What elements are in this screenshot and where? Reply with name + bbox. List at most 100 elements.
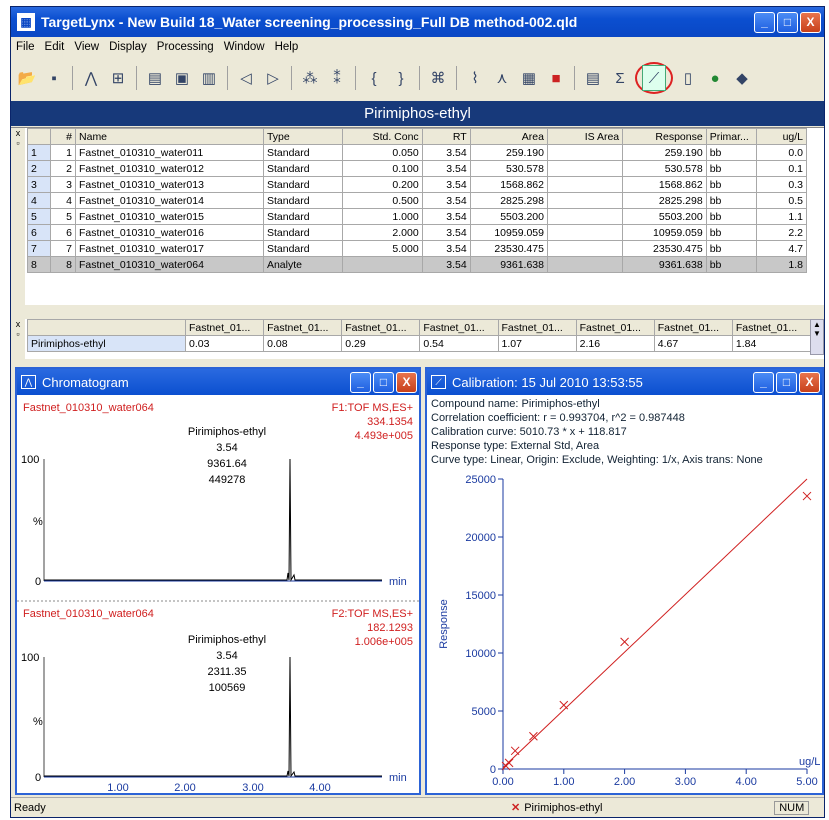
chromatogram-view-icon[interactable]: ⌇ (463, 65, 487, 91)
col-isarea-header[interactable]: IS Area (546, 128, 624, 145)
menu-window[interactable]: Window (219, 41, 270, 53)
sum-icon[interactable]: Σ (608, 65, 632, 91)
calibration-maximize-button[interactable]: □ (776, 371, 797, 393)
col-rt-header[interactable]: RT (421, 128, 471, 145)
arrow-right-icon[interactable]: ▷ (261, 65, 285, 91)
sample-name-cell: Fastnet_010310_water013 (75, 176, 264, 193)
table-row[interactable]: 4 4 Fastnet_010310_water014 Standard 0.500 3.… (27, 192, 808, 209)
save-icon[interactable]: ▪ (42, 65, 66, 91)
summary-col-header[interactable]: Fastnet_01... (731, 319, 812, 336)
brace-right-icon[interactable]: } (389, 65, 413, 91)
open-folder-icon[interactable]: 📂 (15, 65, 39, 91)
menu-display[interactable]: Display (104, 41, 152, 53)
col-stdconc-header[interactable]: Std. Conc (342, 128, 423, 145)
spectrum-view-icon[interactable]: ⋏ (490, 65, 514, 91)
chromatogram-close-button[interactable]: X (396, 371, 417, 393)
col-name-header[interactable]: Name (75, 128, 264, 145)
molecule-icon[interactable]: ⁂ (298, 65, 322, 91)
rt-cell: 3.54 (421, 240, 471, 257)
trace-1-y100: 100 (21, 454, 39, 466)
summary-table: Fastnet_01... Fastnet_01... Fastnet_01..… (27, 319, 812, 352)
print-icon[interactable]: ▥ (197, 65, 221, 91)
row-number-cell[interactable]: 2 (27, 160, 51, 177)
calibration-point (504, 758, 514, 768)
calibration-view-icon[interactable]: ⟋ (642, 65, 666, 91)
row-number-cell[interactable]: 6 (27, 224, 51, 241)
chromatogram-plot[interactable]: Fastnet_010310_water064 F1:TOF MS,ES+ 33… (17, 395, 419, 794)
calibration-close-button[interactable]: X (799, 371, 820, 393)
table-row[interactable]: 8 8 Fastnet_010310_water064 Analyte 3.54 9361… (27, 256, 808, 273)
close-button[interactable]: X (800, 11, 821, 33)
ugl-cell: 2.2 (755, 224, 808, 241)
summary-col-header[interactable]: Fastnet_01... (653, 319, 733, 336)
summary-value: 4.67 (653, 335, 733, 352)
grid-view-icon[interactable]: ▤ (581, 65, 605, 91)
toolbar-separator (456, 66, 457, 90)
calibration-minimize-button[interactable]: _ (753, 371, 774, 393)
title-bar[interactable]: ▦ TargetLynx - New Build 18_Water screen… (11, 7, 824, 37)
table-row[interactable]: 1 1 Fastnet_010310_water011 Standard 0.050 3.… (27, 144, 808, 161)
integrate-icon[interactable]: ⊞ (106, 65, 130, 91)
table-row[interactable]: 3 3 Fastnet_010310_water013 Standard 0.200 3.… (27, 176, 808, 193)
row-number-cell[interactable]: 1 (27, 144, 51, 161)
col-response-header[interactable]: Response (622, 128, 707, 145)
row-number-cell[interactable]: 5 (27, 208, 51, 225)
col-ugl-header[interactable]: ug/L (755, 128, 808, 145)
colors-icon[interactable]: ■ (544, 65, 568, 91)
trace-2-sample: Fastnet_010310_water064 (23, 608, 154, 620)
table-row[interactable]: 6 6 Fastnet_010310_water016 Standard 2.000 3.… (27, 224, 808, 241)
table-row[interactable]: 5 5 Fastnet_010310_water015 Standard 1.000 3.… (27, 208, 808, 225)
row-number-cell[interactable]: 3 (27, 176, 51, 193)
chromatogram-minimize-button[interactable]: _ (350, 371, 371, 393)
summary-col-header[interactable]: Fastnet_01... (341, 319, 421, 336)
summary-row-label[interactable]: Pirimiphos-ethyl (27, 335, 186, 352)
chromatogram-title-bar[interactable]: ⋀ Chromatogram _ □ X (17, 369, 419, 395)
bar-chart-icon[interactable]: ▦ (517, 65, 541, 91)
row-number-cell[interactable]: 7 (27, 240, 51, 257)
menu-edit[interactable]: Edit (40, 41, 70, 53)
peak-icon[interactable]: ⋀ (79, 65, 103, 91)
col-type-header[interactable]: Type (262, 128, 344, 145)
row-number-cell[interactable]: 4 (27, 192, 51, 209)
display-icon[interactable]: ▣ (170, 65, 194, 91)
chromatogram-maximize-button[interactable]: □ (373, 371, 394, 393)
brace-left-icon[interactable]: { (362, 65, 386, 91)
trace-2-function: F2:TOF MS,ES+ (332, 608, 413, 620)
calibration-title-bar[interactable]: ⟋ Calibration: 15 Jul 2010 13:53:55 _ □ … (427, 369, 822, 395)
menu-processing[interactable]: Processing (152, 41, 219, 53)
row-index-cell: 4 (49, 192, 77, 209)
std-conc-cell: 2.000 (342, 224, 423, 241)
calibration-point (510, 746, 520, 756)
summary-col-header[interactable]: Fastnet_01... (497, 319, 577, 336)
row-number-cell[interactable]: 8 (27, 256, 51, 273)
calibration-plot[interactable]: Response ug/L 0 5000 10000 15000 20000 25000 0… (427, 469, 822, 795)
maximize-button[interactable]: □ (777, 11, 798, 33)
col-index-header[interactable]: # (49, 128, 77, 145)
col-area-header[interactable]: Area (469, 128, 548, 145)
globe-icon[interactable]: ● (703, 65, 727, 91)
summary-grip[interactable]: x ▫ (11, 319, 25, 359)
table-row[interactable]: 7 7 Fastnet_010310_water017 Standard 5.000 3.… (27, 240, 808, 257)
minimize-button[interactable]: _ (754, 11, 775, 33)
menu-view[interactable]: View (69, 41, 104, 53)
table-row[interactable]: 2 2 Fastnet_010310_water012 Standard 0.100 3.… (27, 160, 808, 177)
eraser-icon[interactable]: ◆ (730, 65, 754, 91)
is-area-cell (546, 208, 624, 225)
toolbar-separator (72, 66, 73, 90)
menu-file[interactable]: File (11, 41, 40, 53)
summary-col-header[interactable]: Fastnet_01... (575, 319, 655, 336)
summary-col-header[interactable]: Fastnet_01... (263, 319, 343, 336)
summary-col-header[interactable]: Fastnet_01... (184, 319, 265, 336)
arrow-left-icon[interactable]: ◁ (234, 65, 258, 91)
area-cell: 5503.200 (469, 208, 548, 225)
book-icon[interactable]: ▯ (676, 65, 700, 91)
table-grip[interactable]: x ▫ (11, 128, 25, 306)
summary-scrollbar[interactable]: ▲ ▼ (810, 319, 824, 355)
summary-col-header[interactable]: Fastnet_01... (419, 319, 499, 336)
summary-value: 0.54 (419, 335, 499, 352)
fit-icon[interactable]: ⌘ (426, 65, 450, 91)
col-primary-header[interactable]: Primar... (705, 128, 757, 145)
menu-help[interactable]: Help (270, 41, 304, 53)
molecule-dropdown-icon[interactable]: ⁑ (325, 65, 349, 91)
report-icon[interactable]: ▤ (143, 65, 167, 91)
